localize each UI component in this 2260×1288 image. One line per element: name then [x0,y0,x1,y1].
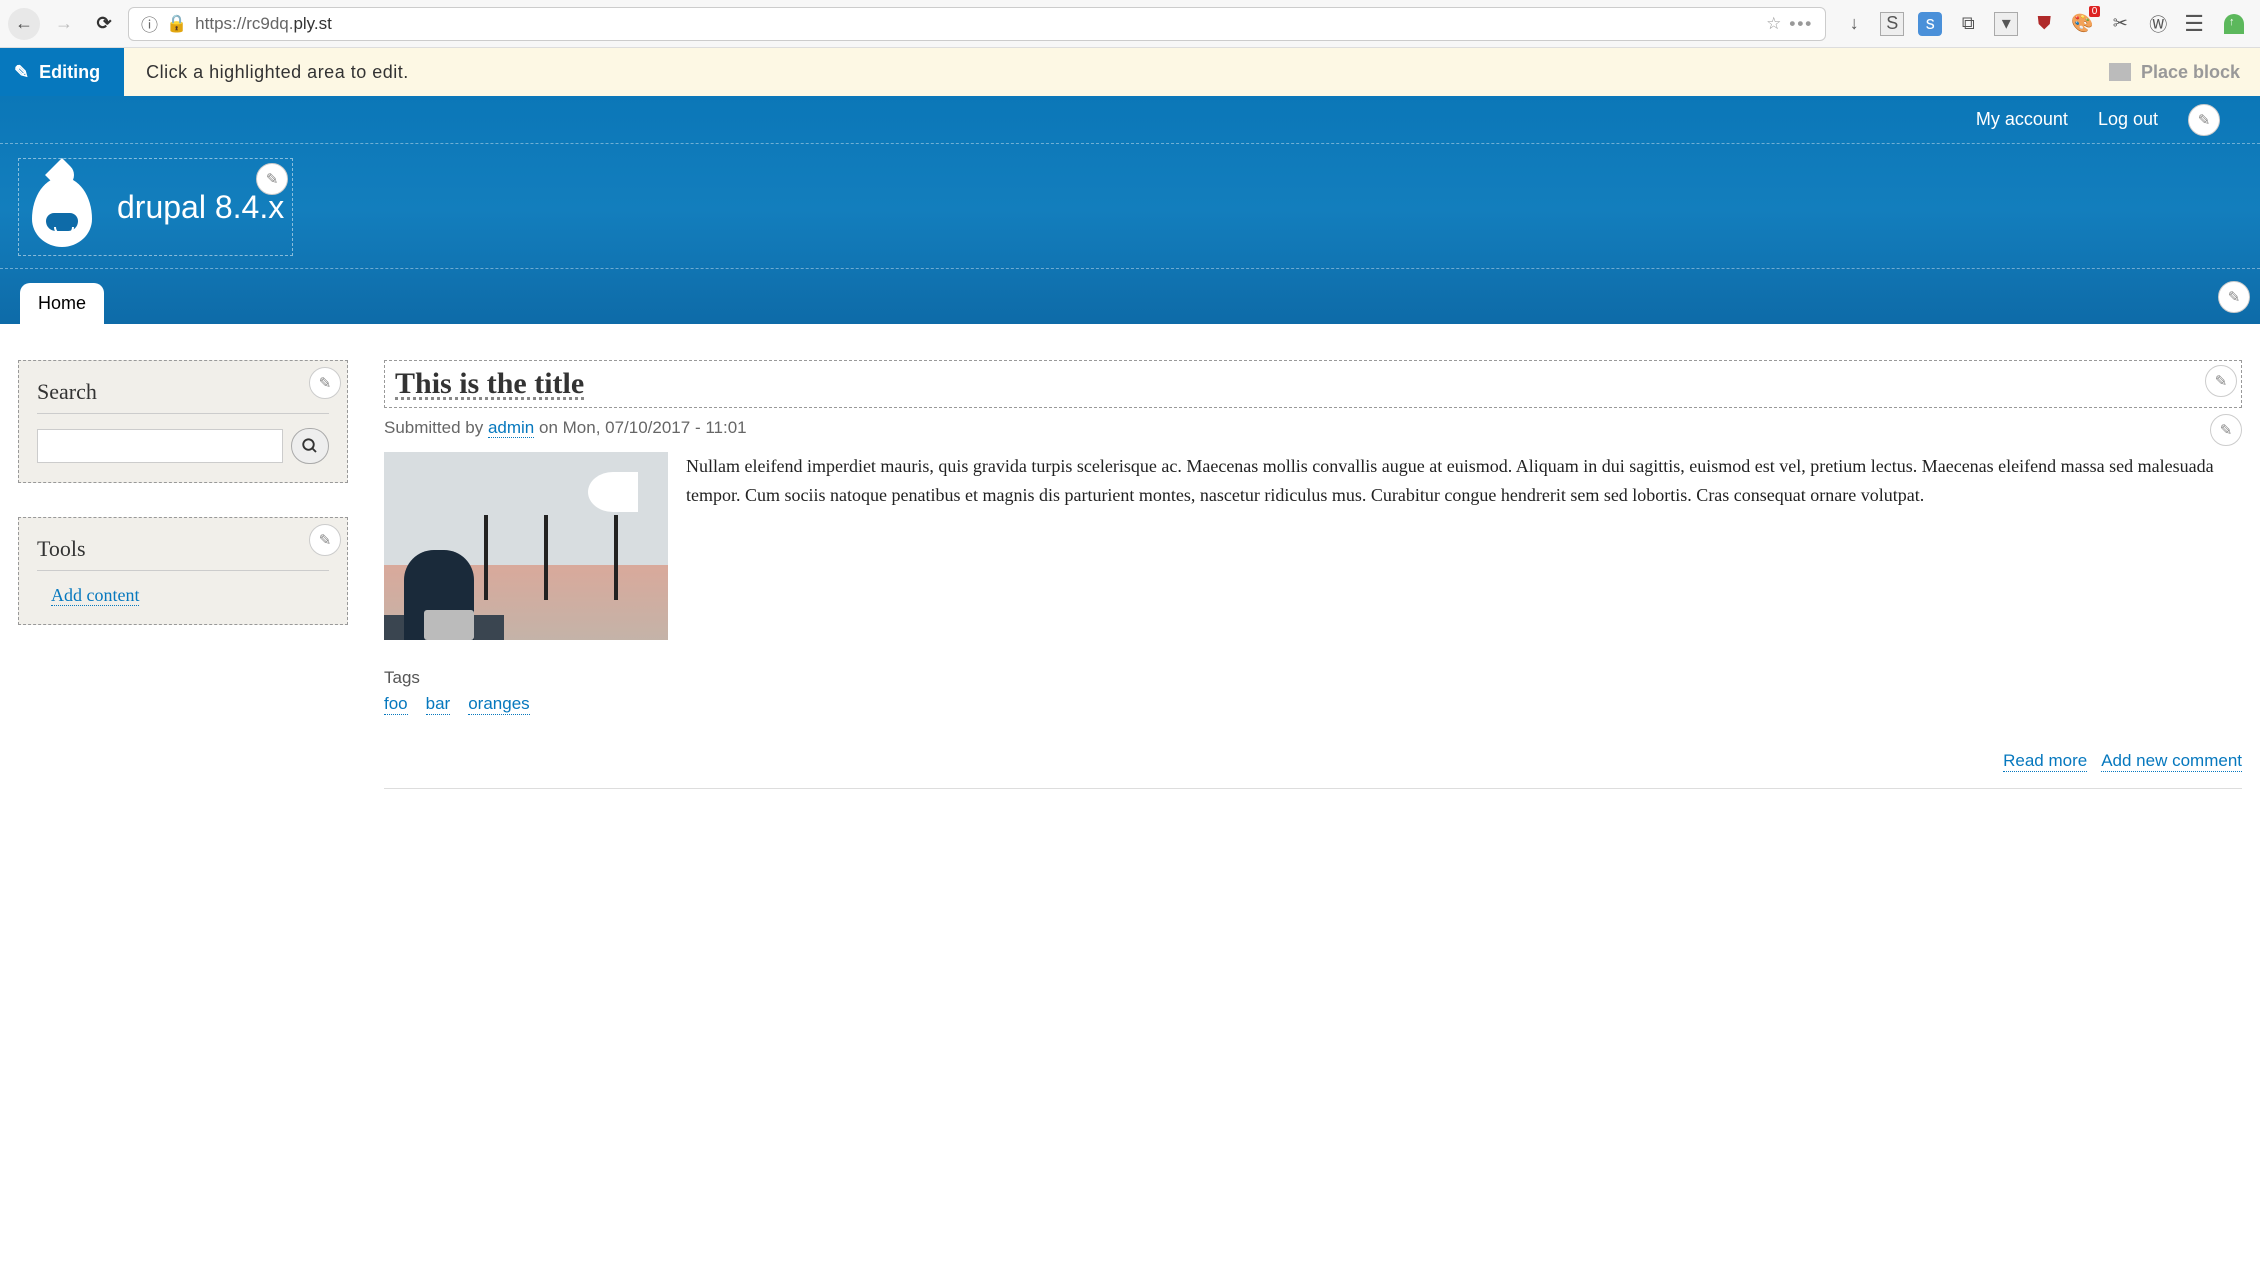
title-edit-pencil-icon[interactable]: ✎ [2205,365,2237,397]
tags-label: Tags [384,668,2242,688]
site-logo[interactable] [27,167,97,247]
editing-bar: ✎ Editing Click a highlighted area to ed… [0,48,2260,96]
site-name[interactable]: drupal 8.4.x [117,189,284,226]
extension-icon-2[interactable]: s [1918,12,1942,36]
main-layout: ✎ Search ✎ Tools Add content This is the… [0,324,2260,825]
scissors-icon[interactable]: ✂ [2108,12,2132,36]
my-account-link[interactable]: My account [1976,109,2068,130]
branding-edit-pencil-icon[interactable]: ✎ [256,163,288,195]
url-text: https://rc9dq.ply.st [195,14,1758,34]
place-block-button[interactable]: Place block [2109,62,2260,83]
extension-icon-5[interactable]: Ⓦ [2146,12,2170,36]
add-content-link[interactable]: Add content [51,585,139,606]
search-block[interactable]: ✎ Search [18,360,348,483]
search-input[interactable] [37,429,283,463]
article-image [384,452,668,640]
editing-hint: Click a highlighted area to edit. [124,62,409,83]
browser-chrome: ← → ⟳ ⓘ 🔒 https://rc9dq.ply.st ☆ ••• ↓ S… [0,0,2260,48]
site-header: My account Log out ✎ drupal 8.4.x ✎ Home… [0,96,2260,324]
info-icon: ⓘ [141,11,158,36]
tag-foo[interactable]: foo [384,694,408,715]
ublock-icon[interactable]: ⛊ [2032,12,2056,36]
article-body: Nullam eleifend imperdiet mauris, quis g… [384,452,2242,640]
read-more-link[interactable]: Read more [2003,751,2087,772]
account-edit-pencil-icon[interactable]: ✎ [2188,104,2220,136]
nav-edit-pencil-icon[interactable]: ✎ [2218,281,2250,313]
article-links: Read more Add new comment [384,751,2242,789]
main-nav-region: Home ✎ [0,268,2260,324]
extension-icon-4[interactable]: 🎨0 [2070,12,2094,36]
forward-button[interactable]: → [48,8,80,40]
sync-icon[interactable] [2224,14,2244,34]
tools-block-title: Tools [37,536,329,571]
article-title-region[interactable]: This is the title ✎ [384,360,2242,408]
tags-section: Tags foo bar oranges [384,668,2242,715]
article-author-link[interactable]: admin [488,418,534,438]
tools-edit-pencil-icon[interactable]: ✎ [309,524,341,556]
page-actions-icon[interactable]: ••• [1789,14,1813,34]
site-branding-region[interactable]: drupal 8.4.x ✎ [18,158,293,256]
url-bar[interactable]: ⓘ 🔒 https://rc9dq.ply.st ☆ ••• [128,7,1826,41]
search-button[interactable] [291,428,329,464]
extension-icon-3[interactable]: ▾ [1994,12,2018,36]
account-bar: My account Log out ✎ [0,96,2260,144]
content-region: This is the title ✎ ✎ Submitted by admin… [384,360,2242,789]
editing-mode-label[interactable]: ✎ Editing [0,48,124,96]
browser-toolbar-icons: ↓ S s ⧉ ▾ ⛊ 🎨0 ✂ Ⓦ ☰ [1834,11,2252,37]
search-form [37,428,329,464]
block-icon [2109,63,2131,81]
hamburger-menu-icon[interactable]: ☰ [2184,11,2204,37]
sidebar: ✎ Search ✎ Tools Add content [18,360,348,789]
back-button[interactable]: ← [8,8,40,40]
log-out-link[interactable]: Log out [2098,109,2158,130]
search-icon [301,437,319,455]
tag-oranges[interactable]: oranges [468,694,529,715]
article-submitted: Submitted by admin on Mon, 07/10/2017 - … [384,418,2242,438]
pencil-icon: ✎ [14,62,29,83]
bookmark-star-icon[interactable]: ☆ [1766,14,1781,34]
crop-icon[interactable]: ⧉ [1956,12,1980,36]
tools-block[interactable]: ✎ Tools Add content [18,517,348,625]
nav-tab-home[interactable]: Home [20,283,104,324]
lock-icon: 🔒 [166,14,187,34]
search-block-title: Search [37,379,329,414]
add-comment-link[interactable]: Add new comment [2101,751,2242,772]
reload-button[interactable]: ⟳ [88,8,120,40]
content-edit-pencil-icon[interactable]: ✎ [2210,414,2242,446]
extension-icon-1[interactable]: S [1880,12,1904,36]
article-title[interactable]: This is the title [395,367,2231,401]
download-icon[interactable]: ↓ [1842,12,1866,36]
article-text: Nullam eleifend imperdiet mauris, quis g… [686,452,2242,640]
tag-bar[interactable]: bar [426,694,451,715]
search-edit-pencil-icon[interactable]: ✎ [309,367,341,399]
tag-list: foo bar oranges [384,694,2242,715]
